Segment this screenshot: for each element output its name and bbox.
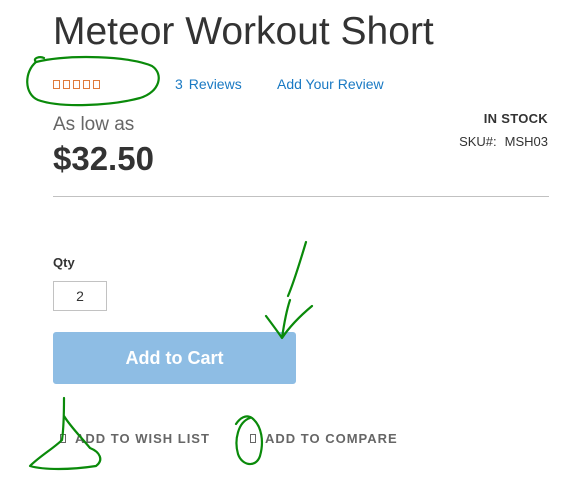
wishlist-label: Add to Wish List (75, 431, 210, 446)
reviews-count: 3 (175, 76, 183, 92)
reviews-link[interactable]: 3 Reviews (175, 76, 242, 92)
sku-label: SKU#: (459, 134, 497, 149)
rating-stars (53, 79, 100, 89)
qty-label: Qty (53, 255, 75, 270)
add-to-wishlist-link[interactable]: Add to Wish List (60, 431, 210, 446)
compare-icon (250, 434, 256, 443)
add-to-compare-link[interactable]: Add to Compare (250, 431, 398, 446)
add-to-cart-button[interactable]: Add to Cart (53, 332, 296, 384)
star-icon (93, 79, 100, 89)
divider (53, 196, 549, 197)
cart-arrow-annotation (264, 240, 314, 340)
add-review-link[interactable]: Add Your Review (277, 76, 384, 92)
heart-icon (60, 434, 66, 443)
star-icon (63, 79, 70, 89)
product-title: Meteor Workout Short (53, 10, 434, 53)
star-icon (53, 79, 60, 89)
rating-summary (53, 74, 100, 94)
stock-status: IN STOCK (483, 111, 548, 126)
price-label: As low as (53, 114, 135, 135)
star-icon (83, 79, 90, 89)
star-icon (73, 79, 80, 89)
reviews-label: Reviews (188, 76, 242, 92)
product-sku: SKU#: MSH03 (459, 134, 548, 149)
compare-label: Add to Compare (265, 431, 398, 446)
qty-input[interactable] (53, 281, 107, 311)
sku-value: MSH03 (504, 134, 548, 149)
product-price: $32.50 (53, 140, 154, 177)
